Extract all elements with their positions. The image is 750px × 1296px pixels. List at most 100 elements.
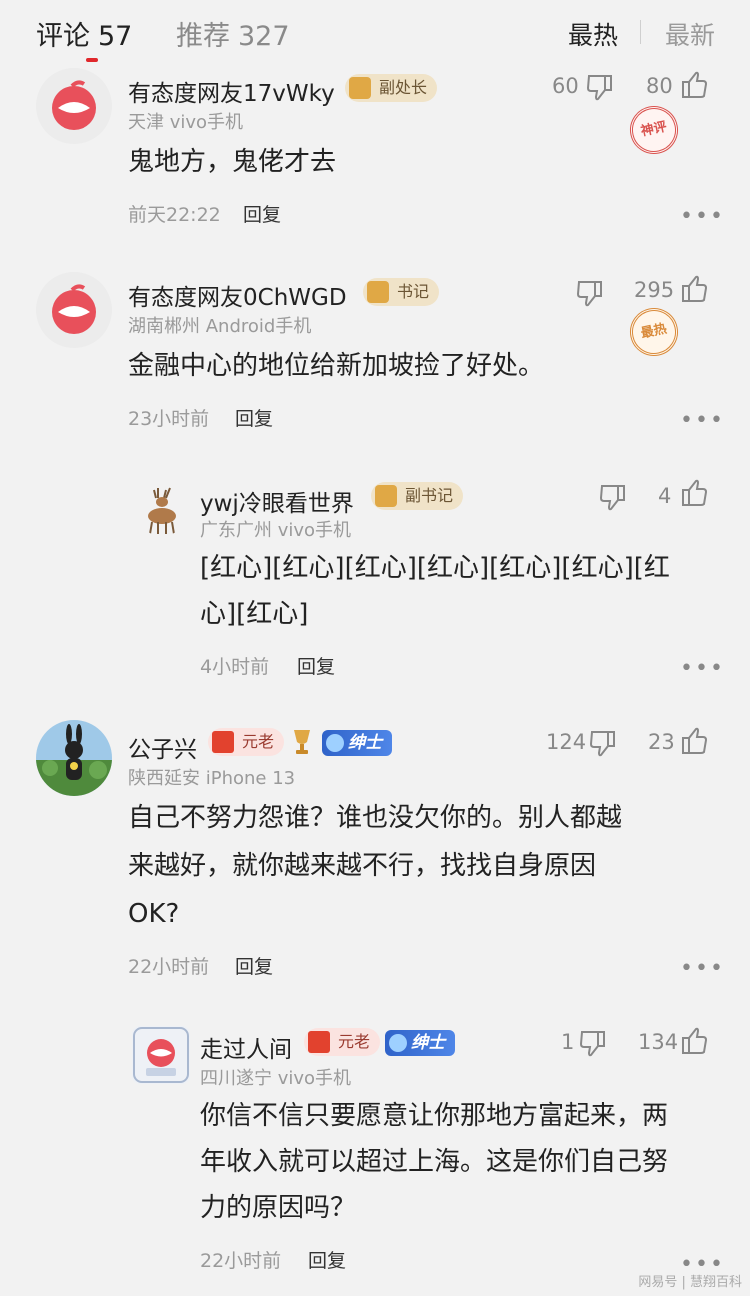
reply-button[interactable]: 回复 bbox=[297, 652, 335, 679]
comment-time: 23小时前 bbox=[128, 408, 210, 430]
comment-time: 4小时前 bbox=[200, 656, 270, 678]
rank-label: 书记 bbox=[397, 282, 430, 301]
like-count: 295 bbox=[634, 278, 675, 302]
rank-badge: 书记 bbox=[363, 278, 440, 306]
tab-recommend[interactable]: 推荐 327 bbox=[176, 14, 290, 53]
thumbs-up-icon[interactable] bbox=[679, 1026, 709, 1056]
comment-time: 22小时前 bbox=[128, 956, 210, 978]
avatar[interactable] bbox=[136, 484, 188, 536]
more-options-button[interactable]: ••• bbox=[680, 408, 725, 433]
dislike-count: 124 bbox=[546, 730, 587, 754]
rabbit-avatar-icon bbox=[36, 720, 112, 796]
comment-item: 有态度网友17vWky 副处长 天津 vivo手机 60 80 神评 鬼地方，鬼… bbox=[0, 62, 750, 262]
rank-badge: 元老 bbox=[304, 1028, 381, 1056]
comment-text-line: 自己不努力怨谁？谁也没欠你的。别人都越 bbox=[128, 803, 623, 833]
location-device: 广东广州 vivo手机 bbox=[200, 520, 352, 541]
thumbs-up-icon[interactable] bbox=[679, 70, 709, 100]
gentleman-label: 绅士 bbox=[411, 1033, 445, 1053]
tab-recommend-count: 327 bbox=[238, 21, 290, 52]
like-count: 80 bbox=[646, 74, 673, 98]
dislike-count: 60 bbox=[552, 74, 579, 98]
more-options-button[interactable]: ••• bbox=[680, 656, 725, 681]
thumbs-down-icon[interactable] bbox=[575, 278, 605, 308]
gentleman-icon bbox=[389, 1034, 407, 1052]
thumbs-up-icon[interactable] bbox=[679, 478, 709, 508]
comment-text-line: OK? bbox=[128, 899, 180, 929]
more-options-button[interactable]: ••• bbox=[680, 956, 725, 981]
avatar[interactable] bbox=[36, 272, 112, 348]
rank-label: 副处长 bbox=[379, 78, 428, 97]
username[interactable]: 有态度网友17vWky bbox=[128, 74, 335, 108]
comment-time: 22小时前 bbox=[200, 1250, 282, 1272]
rank-badge: 副处长 bbox=[345, 74, 438, 102]
gentleman-badge: 绅士 bbox=[322, 730, 392, 756]
thumbs-up-icon[interactable] bbox=[679, 726, 709, 756]
tab-comments-count: 57 bbox=[98, 21, 133, 52]
gentleman-badge: 绅士 bbox=[385, 1030, 455, 1056]
god-comment-stamp: 神评 bbox=[625, 101, 683, 159]
username[interactable]: 有态度网友0ChWGD bbox=[128, 278, 347, 312]
comment-text: 鬼地方，鬼佬才去 bbox=[128, 147, 337, 177]
rank-label: 元老 bbox=[242, 732, 275, 751]
netease-logo-icon bbox=[36, 272, 112, 348]
location-device: 陕西延安 iPhone 13 bbox=[128, 768, 296, 789]
thumbs-down-icon[interactable] bbox=[588, 728, 618, 758]
reply-button[interactable]: 回复 bbox=[235, 952, 273, 979]
comment-text: 金融中心的地位给新加坡捡了好处。 bbox=[128, 351, 545, 381]
reply-button[interactable]: 回复 bbox=[235, 404, 273, 431]
comment-text-line: 心][红心] bbox=[200, 599, 309, 629]
reply-button[interactable]: 回复 bbox=[308, 1246, 346, 1273]
comment-reply-item: ywj冷眼看世界 副书记 广东广州 vivo手机 4 [红心][红心][红心][… bbox=[0, 472, 750, 702]
sort-hottest-button[interactable]: 最热 bbox=[568, 16, 618, 52]
location-device: 湖南郴州 Android手机 bbox=[128, 316, 312, 337]
tab-comments[interactable]: 评论 57 bbox=[36, 14, 132, 53]
rank-icon bbox=[308, 1031, 330, 1053]
rank-label: 副书记 bbox=[405, 486, 454, 505]
netease-logo-icon bbox=[36, 68, 112, 144]
avatar[interactable] bbox=[36, 68, 112, 144]
thumbs-down-icon[interactable] bbox=[598, 482, 628, 512]
username[interactable]: ywj冷眼看世界 bbox=[200, 484, 354, 518]
thumbs-down-icon[interactable] bbox=[585, 72, 615, 102]
like-count: 23 bbox=[648, 730, 675, 754]
netease-framed-avatar-icon bbox=[133, 1027, 189, 1083]
location-device: 四川遂宁 vivo手机 bbox=[200, 1068, 352, 1089]
gentleman-label: 绅士 bbox=[348, 733, 382, 753]
comment-time: 前天22:22 bbox=[128, 204, 221, 226]
sort-divider bbox=[640, 20, 641, 44]
avatar[interactable] bbox=[36, 720, 112, 796]
source-watermark: 网易号 | 慧翔百科 bbox=[638, 1275, 742, 1290]
location-device: 天津 vivo手机 bbox=[128, 112, 244, 133]
avatar[interactable] bbox=[132, 1026, 190, 1084]
thumbs-down-icon[interactable] bbox=[578, 1028, 608, 1058]
comment-item: 有态度网友0ChWGD 书记 湖南郴州 Android手机 295 最热 金融中… bbox=[0, 266, 750, 466]
like-count: 134 bbox=[638, 1030, 679, 1054]
rank-icon bbox=[367, 281, 389, 303]
rank-icon bbox=[349, 77, 371, 99]
rank-badge: 副书记 bbox=[371, 482, 464, 510]
comment-text-line: 年收入就可以超过上海。这是你们自己努 bbox=[200, 1147, 669, 1177]
hottest-stamp: 最热 bbox=[625, 303, 683, 361]
tab-recommend-label: 推荐 bbox=[176, 21, 230, 52]
trophy-icon bbox=[294, 730, 310, 754]
comment-text-line: 来越好，就你越来越不行，找找自身原因 bbox=[128, 851, 597, 881]
rank-label: 元老 bbox=[338, 1032, 371, 1051]
gentleman-icon bbox=[326, 734, 344, 752]
deer-avatar-icon bbox=[148, 487, 176, 535]
sort-newest-button[interactable]: 最新 bbox=[665, 16, 715, 52]
rank-icon bbox=[375, 485, 397, 507]
dislike-count: 1 bbox=[561, 1030, 575, 1054]
thumbs-up-icon[interactable] bbox=[679, 274, 709, 304]
rank-icon bbox=[212, 731, 234, 753]
reply-button[interactable]: 回复 bbox=[243, 200, 281, 227]
comment-reply-item: 走过人间 元老 绅士 四川遂宁 vivo手机 1 134 你信不信只要愿意让你那… bbox=[0, 1014, 750, 1296]
comment-header: 评论 57 推荐 327 最热 最新 bbox=[0, 0, 750, 62]
comment-text-line: 你信不信只要愿意让你那地方富起来，两 bbox=[200, 1101, 669, 1131]
tab-comments-label: 评论 bbox=[36, 21, 90, 52]
more-options-button[interactable]: ••• bbox=[680, 204, 725, 229]
comment-text-line: 力的原因吗？ bbox=[200, 1193, 357, 1223]
username[interactable]: 走过人间 bbox=[200, 1030, 292, 1064]
username[interactable]: 公子兴 bbox=[128, 730, 197, 764]
comment-text-line: [红心][红心][红心][红心][红心][红心][红 bbox=[200, 553, 670, 583]
like-count: 4 bbox=[658, 484, 672, 508]
